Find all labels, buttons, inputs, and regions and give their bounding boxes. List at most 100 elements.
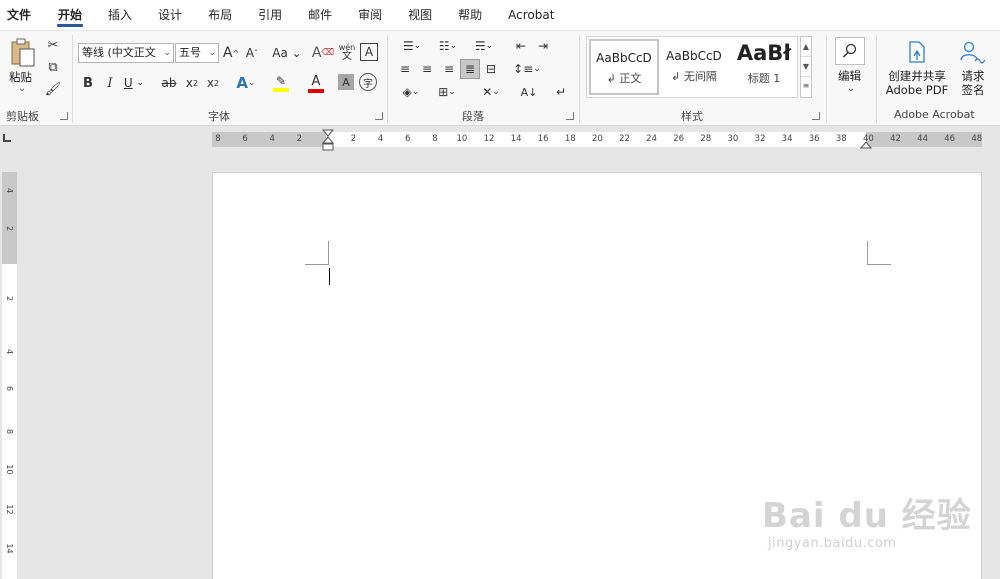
ruler-tick-label: 44: [917, 134, 928, 144]
document-page[interactable]: [212, 172, 982, 579]
style-no-spacing[interactable]: AaBbCcD ↲ 无间隔: [659, 39, 729, 95]
tab-5[interactable]: 引用: [245, 0, 295, 30]
editing-dropdown-icon[interactable]: ⌄: [845, 83, 857, 94]
tab-selector-icon[interactable]: [3, 134, 11, 142]
shading-icon[interactable]: ◈ ⌄: [396, 83, 426, 101]
tab-2[interactable]: 插入: [95, 0, 145, 30]
group-divider: [579, 35, 580, 123]
scroll-down-icon[interactable]: ▼: [801, 57, 811, 77]
paste-dropdown-icon[interactable]: ⌄: [16, 83, 28, 94]
tab-3[interactable]: 设计: [145, 0, 195, 30]
font-name-select[interactable]: 等线 (中文正文 ⌄: [78, 43, 174, 63]
character-shading-icon[interactable]: A: [338, 74, 354, 90]
more-styles-icon[interactable]: ≡: [801, 77, 811, 97]
ruler-tick-label: 34: [781, 134, 793, 144]
tab-9[interactable]: 帮助: [445, 0, 495, 30]
style-name-label: 标题 1: [747, 72, 781, 85]
show-paragraph-marks-icon[interactable]: ↵: [552, 83, 570, 101]
font-color-icon[interactable]: A: [302, 73, 330, 93]
create-pdf-icon[interactable]: [904, 39, 930, 65]
tab-7[interactable]: 审阅: [345, 0, 395, 30]
ruler-tick-label: 30: [727, 134, 739, 144]
horizontal-ruler[interactable]: 8 6 4 2 2 4 6 8 10 12 14 16 18 20 22 24 26 28 30 32 34 36 38 40…: [212, 129, 982, 151]
chevron-down-icon: ⌄: [163, 48, 171, 58]
scroll-up-icon[interactable]: ▲: [801, 37, 811, 57]
align-center-icon[interactable]: ≡: [418, 60, 436, 78]
create-pdf-label-1: 创建并共享: [888, 69, 946, 83]
copy-icon[interactable]: ⧉: [45, 59, 61, 75]
crop-mark-top-right: [867, 241, 891, 265]
acrobat-group-label: Adobe Acrobat: [894, 108, 975, 121]
ruler-tick-label: 28: [700, 134, 712, 144]
justify-icon[interactable]: ≣: [460, 59, 480, 79]
ribbon: 粘贴 ⌄ ✂ ⧉ 🖌 剪贴板 等线 (中文正文 ⌄ 五号 ⌄ A ^ Aˇ Aa ⌄ …: [0, 30, 1000, 126]
styles-launcher-icon[interactable]: [812, 112, 820, 120]
style-sample: AaBbCcD: [666, 49, 722, 63]
paragraph-launcher-icon[interactable]: [566, 112, 574, 120]
ruler-tick-label: 16: [537, 134, 549, 144]
cut-icon[interactable]: ✂: [45, 37, 61, 53]
style-sample: AaBł: [736, 41, 792, 65]
find-icon[interactable]: [835, 37, 865, 65]
shrink-font-icon[interactable]: Aˇ: [243, 43, 261, 63]
style-normal[interactable]: AaBbCcD ↲ 正文: [589, 39, 659, 95]
editing-button[interactable]: 编辑: [838, 69, 861, 83]
character-border-icon[interactable]: A: [360, 43, 378, 61]
paste-icon[interactable]: [8, 37, 38, 69]
font-launcher-icon[interactable]: [375, 112, 383, 120]
ruler-tick-label: 46: [944, 134, 956, 144]
tab-4[interactable]: 布局: [195, 0, 245, 30]
styles-gallery[interactable]: AaBbCcD ↲ 正文 AaBbCcD ↲ 无间隔 AaBł 标题 1: [586, 36, 798, 98]
subscript-icon[interactable]: x2: [183, 74, 201, 92]
text-cursor: [329, 268, 330, 285]
bold-icon[interactable]: B: [80, 74, 96, 92]
request-signature-icon[interactable]: [957, 39, 987, 65]
distributed-icon[interactable]: ⊟: [482, 60, 500, 78]
font-size-select[interactable]: 五号 ⌄: [175, 43, 219, 63]
multilevel-list-icon[interactable]: ☴ ⌄: [468, 37, 500, 55]
underline-icon[interactable]: U ⌄: [122, 74, 146, 92]
align-left-icon[interactable]: ≡: [396, 60, 414, 78]
increase-indent-icon[interactable]: ⇥: [534, 37, 552, 55]
group-divider: [72, 35, 73, 123]
decrease-indent-icon[interactable]: ⇤: [512, 37, 530, 55]
create-share-pdf-button[interactable]: 创建并共享 Adobe PDF: [885, 69, 949, 97]
clipboard-launcher-icon[interactable]: [60, 112, 68, 120]
tab-10[interactable]: Acrobat: [495, 0, 567, 30]
enclose-characters-icon[interactable]: 字: [359, 73, 377, 91]
align-right-icon[interactable]: ≡: [440, 60, 458, 78]
asian-layout-icon[interactable]: ✕ ⌄: [476, 83, 506, 101]
styles-scroll[interactable]: ▲ ▼ ≡: [800, 36, 812, 98]
clipboard-group-label: 剪贴板: [6, 110, 39, 123]
group-divider: [826, 35, 827, 123]
tab-6[interactable]: 邮件: [295, 0, 345, 30]
style-name-label: 无间隔: [683, 70, 717, 83]
bullets-icon[interactable]: ☰ ⌄: [396, 37, 428, 55]
numbering-icon[interactable]: ☷ ⌄: [432, 37, 464, 55]
sort-icon[interactable]: A↓: [518, 83, 540, 101]
ruler-area: 8 6 4 2 2 4 6 8 10 12 14 16 18 20 22 24 26 28 30 32 34 36 38 40…: [0, 127, 1000, 151]
request-signature-button[interactable]: 请求 签名: [958, 69, 988, 97]
vertical-ruler[interactable]: 4 2 2 4 6 8 10 12 14: [2, 172, 17, 579]
phonetic-guide-icon[interactable]: wén 文: [338, 41, 356, 63]
ruler-tick-label: 20: [591, 134, 603, 144]
strikethrough-icon[interactable]: ab: [160, 74, 178, 92]
tab-1[interactable]: 开始: [45, 0, 95, 30]
italic-icon[interactable]: I: [102, 74, 118, 92]
text-effects-icon[interactable]: A ⌄: [232, 73, 260, 93]
highlight-color-icon[interactable]: ✎: [266, 73, 296, 93]
superscript-icon[interactable]: x2: [204, 74, 222, 92]
tab-8[interactable]: 视图: [395, 0, 445, 30]
indent-markers-icon[interactable]: [322, 129, 334, 155]
change-case-icon[interactable]: Aa ⌄: [272, 43, 302, 63]
style-heading-1[interactable]: AaBł 标题 1: [729, 39, 799, 95]
ruler-tick-label: 42: [890, 134, 901, 144]
ruler-tick-label: 4: [269, 134, 275, 144]
grow-font-icon[interactable]: A ^: [222, 43, 240, 63]
borders-icon[interactable]: ⊞ ⌄: [432, 83, 462, 101]
line-spacing-icon[interactable]: ↕≡ ⌄: [512, 60, 542, 78]
format-painter-icon[interactable]: 🖌: [45, 81, 62, 97]
tab-0[interactable]: 文件: [0, 0, 45, 30]
clear-formatting-icon[interactable]: A ⌫: [312, 43, 334, 63]
group-divider: [387, 35, 388, 123]
